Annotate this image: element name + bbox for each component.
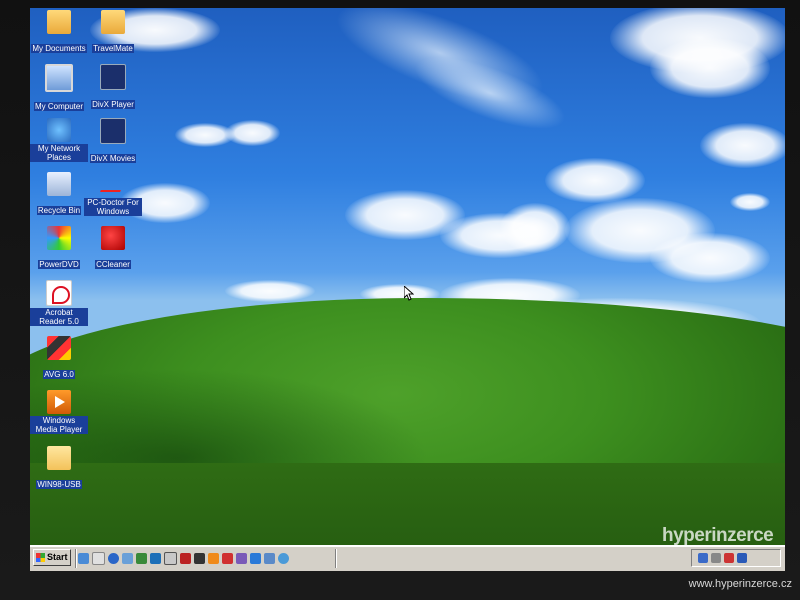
cloud (500, 203, 570, 253)
icon-label: DivX Player (91, 100, 135, 109)
show-desktop-icon[interactable] (78, 553, 89, 564)
divx-player-icon (100, 64, 126, 90)
taskbar: Start (30, 545, 785, 571)
cloud (650, 233, 770, 283)
cloud (700, 123, 785, 168)
icon-label: WIN98-USB (36, 480, 82, 489)
cloud (225, 280, 315, 302)
desktop-icon-powerdvd[interactable]: PowerDVD (30, 226, 88, 271)
start-button[interactable]: Start (33, 549, 71, 566)
acrobat-reader-icon (46, 280, 72, 306)
desktop-icon-my-computer[interactable]: My Computer (30, 64, 88, 113)
avg-icon (47, 336, 71, 360)
divx-movies-icon (100, 118, 126, 144)
icon-label: TravelMate (92, 44, 134, 53)
quick-launch-app-icon[interactable] (222, 553, 233, 564)
taskbar-separator (75, 549, 77, 568)
start-label: Start (47, 552, 68, 562)
watermark-logo: hyperinzerce (662, 525, 774, 546)
watermark-url: www.hyperinzerce.cz (688, 578, 792, 590)
quick-launch-app-icon[interactable] (264, 553, 275, 564)
quick-launch-bar (78, 550, 289, 567)
outlook-express-icon[interactable] (122, 553, 133, 564)
desktop-icon-acrobat-reader[interactable]: Acrobat Reader 5.0 (30, 280, 88, 328)
desktop-icon-divx-movies[interactable]: DivX Movies (84, 118, 142, 165)
quick-launch-app-icon[interactable] (194, 553, 205, 564)
notepad-icon[interactable] (92, 552, 105, 565)
quick-launch-app-icon[interactable] (180, 553, 191, 564)
icon-label: My Documents (31, 44, 87, 53)
desktop-icon-win98-usb[interactable]: WIN98-USB (30, 446, 88, 491)
cloud (730, 193, 770, 211)
folder-icon (101, 10, 125, 34)
windows-logo-icon (36, 553, 45, 562)
windows-media-player-icon (47, 390, 71, 414)
quick-launch-app-icon[interactable] (236, 553, 247, 564)
desktop-icon-windows-media-player[interactable]: Windows Media Player (30, 390, 88, 436)
cloud (225, 120, 280, 146)
antivirus-icon[interactable] (724, 553, 734, 563)
icon-label: Recycle Bin (36, 206, 82, 215)
system-tray (691, 549, 781, 567)
ccleaner-icon (101, 226, 125, 250)
desktop[interactable]: My Documents TravelMate My Computer DivX… (30, 8, 785, 570)
desktop-icon-avg[interactable]: AVG 6.0 (30, 336, 88, 381)
internet-explorer-icon[interactable] (108, 553, 119, 564)
desktop-icon-recycle-bin[interactable]: Recycle Bin (30, 172, 88, 217)
network-places-icon (47, 118, 71, 142)
taskbar-separator (335, 549, 337, 568)
icon-label: DivX Movies (89, 154, 137, 163)
icon-label: PC-Doctor For Windows (84, 198, 142, 216)
volume-icon[interactable] (711, 553, 721, 563)
folder-icon (47, 446, 71, 470)
icon-label: Windows Media Player (30, 416, 88, 434)
quick-launch-app-icon[interactable] (164, 552, 177, 565)
icon-label: PowerDVD (38, 260, 80, 269)
quick-launch-app-icon[interactable] (208, 553, 219, 564)
quick-launch-app-icon[interactable] (136, 553, 147, 564)
cloud (545, 158, 645, 203)
display-icon[interactable] (737, 553, 747, 563)
powerdvd-icon (47, 226, 71, 250)
pc-doctor-icon (101, 172, 125, 196)
quick-launch-app-icon[interactable] (250, 553, 261, 564)
quick-launch-app-icon[interactable] (150, 553, 161, 564)
icon-label: My Network Places (30, 144, 88, 162)
my-documents-icon (47, 10, 71, 34)
recycle-bin-icon (47, 172, 71, 196)
icon-label: My Computer (33, 102, 84, 111)
desktop-icon-divx-player[interactable]: DivX Player (84, 64, 142, 111)
desktop-icon-pc-doctor[interactable]: PC-Doctor For Windows (84, 172, 142, 218)
desktop-icon-ccleaner[interactable]: CCleaner (84, 226, 142, 271)
network-icon[interactable] (698, 553, 708, 563)
icon-label: CCleaner (95, 260, 131, 269)
icon-label: Acrobat Reader 5.0 (30, 308, 88, 326)
icon-label: AVG 6.0 (43, 370, 75, 379)
my-computer-icon (45, 64, 73, 92)
cloud (650, 38, 770, 98)
desktop-icon-my-network-places[interactable]: My Network Places (30, 118, 88, 164)
quick-launch-app-icon[interactable] (278, 553, 289, 564)
desktop-icon-travelmate[interactable]: TravelMate (84, 10, 142, 55)
desktop-icon-my-documents[interactable]: My Documents (30, 10, 88, 55)
